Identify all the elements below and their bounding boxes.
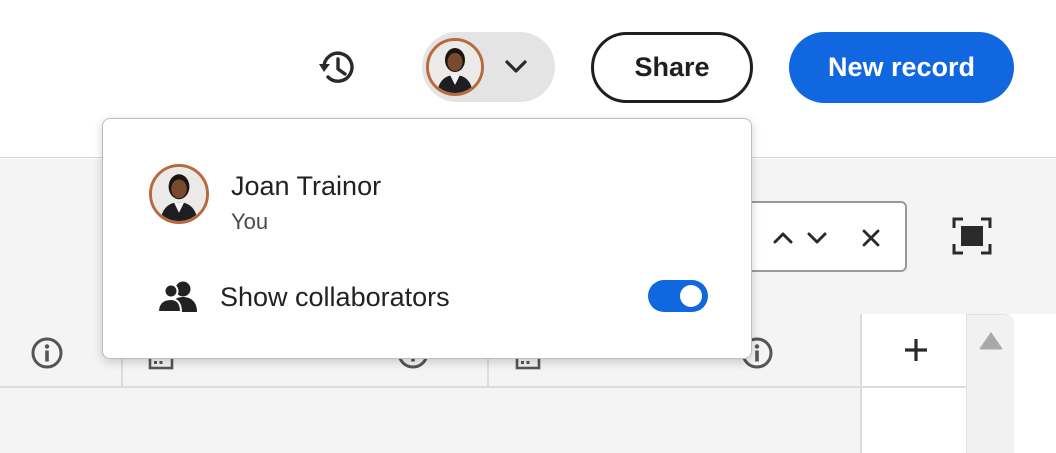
user-avatar (149, 164, 209, 224)
show-collaborators-label: Show collaborators (220, 282, 450, 312)
toggle-knob (680, 285, 702, 307)
fullscreen-icon (952, 217, 992, 255)
user-subtitle: You (231, 209, 269, 234)
table-body-spacer (860, 388, 966, 453)
show-collaborators-toggle[interactable] (648, 280, 708, 312)
chevron-down-icon (505, 60, 527, 73)
user-popover: Joan Trainor You Show collaborators (102, 118, 752, 359)
user-menu-button[interactable] (422, 32, 555, 102)
app-page: Share New record Launch Da (0, 0, 1056, 453)
history-clock-icon (319, 51, 354, 83)
user-name: Joan Trainor (231, 171, 382, 201)
share-button[interactable]: Share (591, 32, 753, 103)
new-record-button[interactable]: New record (789, 32, 1014, 103)
collaborators-icon (157, 281, 197, 313)
close-icon[interactable] (858, 225, 884, 251)
info-icon[interactable] (30, 336, 64, 370)
chevron-down-icon[interactable] (804, 225, 830, 251)
chevron-up-icon[interactable] (770, 225, 796, 251)
triangle-up-icon[interactable] (977, 329, 1005, 351)
add-column-button[interactable] (860, 314, 966, 388)
vertical-scrollbar[interactable] (966, 314, 1014, 453)
plus-icon (905, 339, 927, 361)
table-body (0, 388, 860, 453)
history-button[interactable] (316, 46, 360, 90)
user-avatar (426, 38, 484, 96)
fullscreen-button[interactable] (951, 216, 993, 256)
